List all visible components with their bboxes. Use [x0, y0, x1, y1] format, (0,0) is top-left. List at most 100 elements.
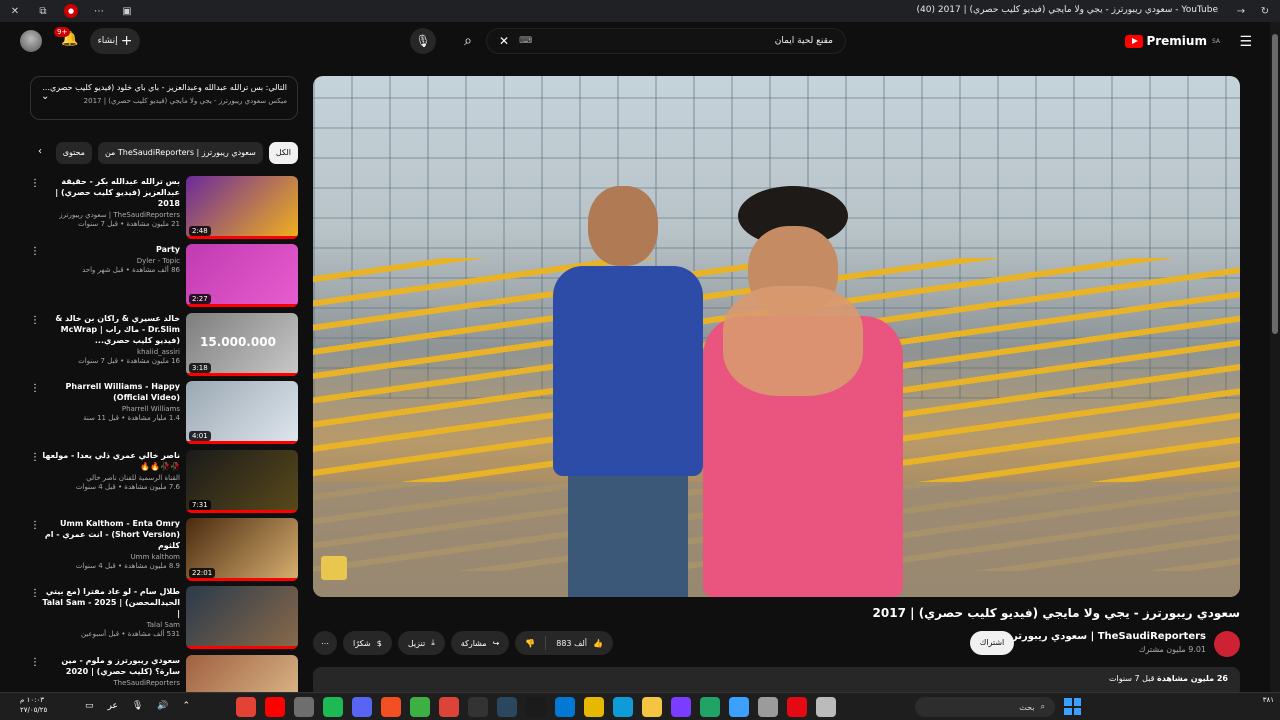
taskbar-app-icon[interactable]	[352, 697, 372, 717]
taskbar-app-icon[interactable]	[497, 697, 517, 717]
kebab-menu-icon[interactable]: ⋮	[30, 315, 40, 326]
video-player[interactable]	[313, 76, 1240, 597]
search-button-icon[interactable]: ⌕	[454, 27, 482, 55]
taskbar-app-icon[interactable]	[816, 697, 836, 717]
taskbar-app-icon[interactable]	[671, 697, 691, 717]
create-button[interactable]: إنشاء +	[90, 28, 140, 54]
channel-watermark-icon[interactable]	[321, 556, 347, 580]
kebab-menu-icon[interactable]: ⋮	[30, 657, 40, 668]
taskbar-app-icon[interactable]	[584, 697, 604, 717]
windows-start-icon[interactable]	[1064, 698, 1081, 715]
video-thumbnail[interactable]: 4:01	[186, 381, 298, 444]
forward-icon[interactable]: →	[1234, 4, 1248, 18]
close-icon[interactable]: ✕	[8, 4, 22, 18]
taskbar-app-icon[interactable]	[381, 697, 401, 717]
video-thumbnail[interactable]: 15.000.000 3:18	[186, 313, 298, 376]
like-button[interactable]: 883 ألف 👍	[546, 631, 613, 655]
taskbar-app-icon[interactable]	[323, 697, 343, 717]
taskbar-app-icon[interactable]	[555, 697, 575, 717]
taskbar-clock[interactable]: ١٠:٠٣ م ٢٧/٠٥/٢٥	[20, 695, 47, 715]
badge-icon[interactable]: ●	[64, 4, 78, 18]
channel-name[interactable]: Talal Sam	[40, 621, 180, 629]
search-input[interactable]: ✕ ⌨ مقنع لحية ايمان	[486, 28, 846, 54]
channel-name[interactable]: Pharrell Williams	[40, 405, 180, 413]
video-title[interactable]: Umm Kalthom - Enta Omry (Short Version) …	[40, 518, 180, 551]
video-title[interactable]: بس ترالله عبدالله بكر - حقيقة عبدالعزيز …	[40, 176, 180, 209]
taskbar-search-input[interactable]: بحث ⌕	[915, 697, 1055, 717]
filter-chip[interactable]: الكل	[268, 142, 298, 164]
list-item[interactable]: 2:27 Party Dyler - Topic 86 ألف مشاهدة •…	[30, 244, 298, 308]
kebab-menu-icon[interactable]: ⋮	[30, 520, 40, 531]
channel-name[interactable]: TheSaudiReporters | سعودي ريبورترز	[40, 211, 180, 219]
channel-name[interactable]: khalid_assiri	[40, 348, 180, 356]
channel-name[interactable]: القناة الرسمية للفنان ناصر خالي	[40, 474, 180, 482]
taskbar-app-icon[interactable]	[729, 697, 749, 717]
kebab-menu-icon[interactable]: ⋮	[30, 383, 40, 394]
filter-chip[interactable]: محتوى	[55, 142, 92, 164]
screenshot-icon[interactable]: ▣	[120, 4, 134, 18]
share-button[interactable]: مشاركة ↪	[450, 631, 510, 655]
kebab-menu-icon[interactable]: ⋮	[30, 588, 40, 599]
filter-chip[interactable]: من TheSaudiReporters | سعودي ريبورترز	[97, 142, 263, 164]
battery-icon[interactable]: ▭	[85, 701, 94, 711]
taskbar-app-icon[interactable]	[236, 697, 256, 717]
taskbar-app-icon[interactable]	[294, 697, 314, 717]
kebab-menu-icon[interactable]: ⋮	[30, 246, 40, 257]
taskbar-app-icon[interactable]	[468, 697, 488, 717]
account-avatar[interactable]	[20, 30, 42, 52]
channel-avatar[interactable]	[1214, 631, 1240, 657]
page-scrollbar[interactable]	[1270, 22, 1280, 698]
subscribe-button[interactable]: اشتراك	[970, 631, 1014, 655]
volume-icon[interactable]: 🔊	[157, 701, 168, 711]
kebab-menu-icon[interactable]: ⋮	[30, 178, 40, 189]
clear-search-icon[interactable]: ✕	[499, 34, 509, 48]
chevron-down-icon[interactable]: ⌄	[41, 91, 49, 102]
microphone-icon[interactable]: 🎙	[132, 701, 143, 711]
kebab-menu-icon[interactable]: ⋮	[30, 452, 40, 463]
video-title[interactable]: Party	[40, 244, 180, 255]
more-actions-button[interactable]: ⋯	[313, 631, 337, 655]
more-icon[interactable]: ⋯	[92, 4, 106, 18]
autoplay-next-box[interactable]: التالي: بس ترالله عبدالله وعبدالعزيز - ب…	[30, 76, 298, 120]
taskbar-app-icon[interactable]	[265, 697, 285, 717]
list-item[interactable]: 4:01 Pharrell Williams - Happy (Official…	[30, 381, 298, 445]
taskbar-app-icon[interactable]	[700, 697, 720, 717]
video-title[interactable]: سعودي ريبورترز و ملوم - مين سارة؟ (كليب …	[40, 655, 180, 677]
dislike-button[interactable]: 👎	[515, 631, 545, 655]
video-thumbnail[interactable]: 2:48	[186, 176, 298, 239]
taskbar-app-icon[interactable]	[758, 697, 778, 717]
video-thumbnail[interactable]: 2:27	[186, 244, 298, 307]
video-title[interactable]: خالد عسيري & راكان بن خالد & Dr.Slim - م…	[40, 313, 180, 346]
keyboard-icon[interactable]: ⌨	[519, 36, 532, 46]
video-thumbnail[interactable]: 22:01	[186, 518, 298, 581]
voice-search-mic-icon[interactable]: 🎙	[410, 28, 436, 54]
list-item[interactable]: 2:48 بس ترالله عبدالله بكر - حقيقة عبدال…	[30, 176, 298, 240]
list-item[interactable]: 7:31 ناصر خالي عمري ذلي يعدا - مولعها 🥀🥀…	[30, 450, 298, 514]
youtube-premium-logo[interactable]: Premium SA	[1125, 34, 1220, 48]
video-title[interactable]: ناصر خالي عمري ذلي يعدا - مولعها 🥀🥀🔥🔥	[40, 450, 180, 472]
channel-name[interactable]: TheSaudiReporters	[40, 679, 180, 687]
scrollbar-thumb[interactable]	[1272, 34, 1278, 334]
taskbar-app-icon[interactable]	[526, 697, 546, 717]
list-item[interactable]: طلال سام - لو عاد مفترا (مع بيتي الحيدال…	[30, 586, 298, 650]
thanks-button[interactable]: شكرًا $	[343, 631, 392, 655]
video-title[interactable]: Pharrell Williams - Happy (Official Vide…	[40, 381, 180, 403]
channel-name[interactable]: TheSaudiReporters | سعودي ريبورترز	[1006, 631, 1206, 642]
video-thumbnail[interactable]	[186, 586, 298, 649]
taskbar-app-icon[interactable]	[787, 697, 807, 717]
tray-chevron-icon[interactable]: ⌃	[183, 701, 191, 711]
channel-name[interactable]: Umm kalthom	[40, 553, 180, 561]
taskbar-app-icon[interactable]	[439, 697, 459, 717]
hamburger-menu-icon[interactable]: ☰	[1239, 34, 1252, 50]
list-item[interactable]: 22:01 Umm Kalthom - Enta Omry (Short Ver…	[30, 518, 298, 582]
video-title[interactable]: طلال سام - لو عاد مفترا (مع بيتي الحيدال…	[40, 586, 180, 619]
extension-icon[interactable]: ⧉	[36, 4, 50, 18]
taskbar-app-icon[interactable]	[642, 697, 662, 717]
taskbar-app-icon[interactable]	[410, 697, 430, 717]
language-indicator[interactable]: عر	[108, 701, 118, 711]
video-thumbnail[interactable]: 7:31	[186, 450, 298, 513]
channel-name[interactable]: Dyler - Topic	[40, 257, 180, 265]
reload-icon[interactable]: ↻	[1258, 4, 1272, 18]
list-item[interactable]: 15.000.000 3:18 خالد عسيري & راكان بن خا…	[30, 313, 298, 377]
taskbar-app-icon[interactable]	[613, 697, 633, 717]
